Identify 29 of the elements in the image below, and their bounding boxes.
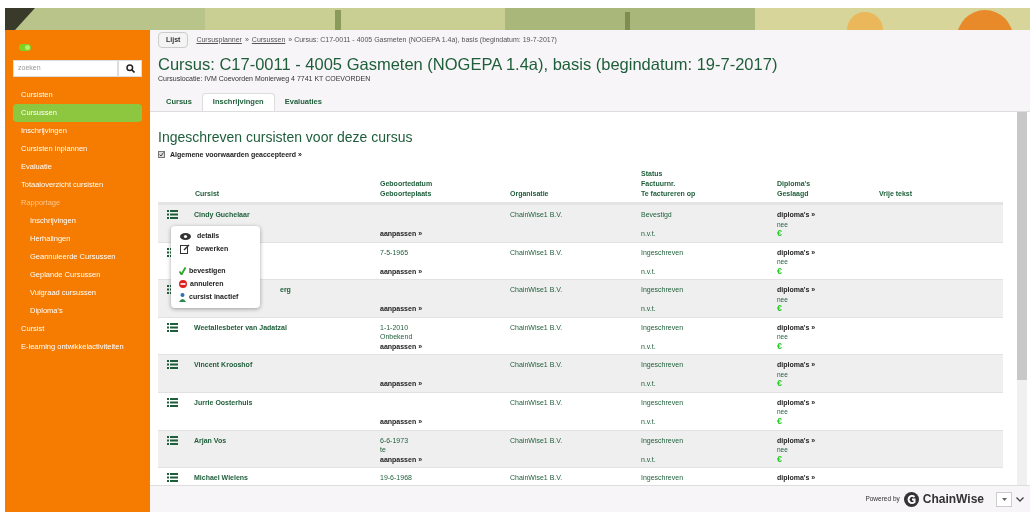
- euro-sign: €: [777, 416, 782, 427]
- list-icon[interactable]: [167, 397, 178, 407]
- search-icon: [125, 64, 135, 73]
- scrollbar[interactable]: [1017, 111, 1027, 485]
- page-title: Cursus: C17-0011 - 4005 Gasmeten (NOGEPA 1.4a), basis (begindatum: 19-7-2017): [157, 54, 779, 74]
- euro-sign: €: [777, 454, 782, 465]
- euro-sign: €: [777, 229, 782, 239]
- stop-icon: [179, 280, 187, 288]
- list-icon[interactable]: [167, 210, 178, 219]
- checkbox[interactable]: [158, 151, 165, 159]
- person-icon: [179, 292, 186, 302]
- list-icon[interactable]: [167, 473, 178, 483]
- toggle-switch[interactable]: [19, 44, 31, 51]
- list-icon[interactable]: [167, 360, 178, 370]
- euro-sign: €: [777, 304, 782, 314]
- edit-icon: [180, 244, 190, 254]
- search-button[interactable]: [118, 60, 142, 77]
- euro-sign: €: [777, 379, 782, 389]
- logo-icon: [903, 491, 919, 507]
- euro-sign: €: [777, 341, 782, 352]
- list-icon[interactable]: [167, 322, 178, 332]
- list-icon[interactable]: [167, 435, 178, 445]
- section-heading: Ingeschreven cursisten voor deze cursus: [158, 127, 414, 146]
- euro-sign: €: [777, 266, 782, 277]
- brand-name: ChainWise: [922, 491, 984, 508]
- eye-icon: [180, 232, 191, 240]
- caret-icon: [1001, 497, 1007, 501]
- chevron-icon[interactable]: [1016, 496, 1024, 502]
- check-icon: [179, 267, 186, 275]
